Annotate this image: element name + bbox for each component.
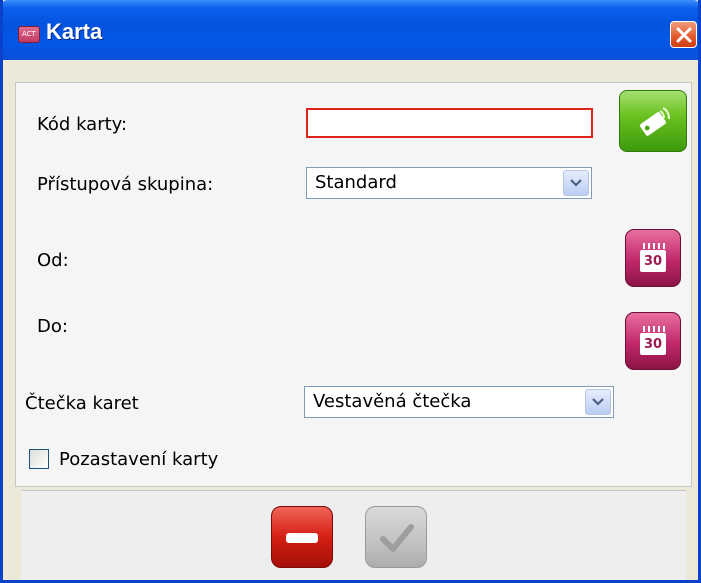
from-label: Od:: [37, 250, 69, 271]
chevron-down-icon: [570, 179, 582, 187]
card-code-input[interactable]: [306, 108, 593, 138]
read-card-button[interactable]: [619, 90, 687, 152]
access-group-label: Přístupová skupina:: [37, 174, 214, 195]
cancel-button[interactable]: [271, 506, 333, 568]
to-calendar-button[interactable]: 30: [625, 312, 681, 370]
suspend-label[interactable]: Pozastavení karty: [59, 449, 218, 470]
confirm-button[interactable]: [365, 506, 427, 568]
from-calendar-button[interactable]: 30: [625, 229, 681, 287]
close-icon: [676, 27, 692, 43]
suspend-checkbox[interactable]: [29, 449, 49, 469]
dialog-window: ACT Karta Kód karty: Přístupová skupina:…: [0, 0, 701, 583]
chevron-down-icon: [592, 398, 604, 406]
reader-value: Vestavěná čtečka: [313, 391, 472, 412]
reader-label: Čtečka karet: [25, 393, 139, 414]
app-icon-text: ACT: [22, 30, 36, 38]
calendar-icon: [643, 326, 665, 332]
title-bar[interactable]: ACT Karta: [3, 0, 698, 60]
minus-icon: [286, 533, 318, 543]
button-bar: [21, 490, 686, 580]
window-title: Karta: [46, 19, 103, 44]
form-panel: [15, 82, 692, 487]
access-group-select[interactable]: Standard: [306, 167, 592, 199]
close-button[interactable]: [670, 21, 697, 48]
calendar-icon: [643, 243, 665, 249]
to-label: Do:: [37, 316, 68, 337]
access-group-dropdown-button[interactable]: [563, 170, 589, 196]
card-tag-icon: [639, 107, 670, 136]
reader-select[interactable]: Vestavěná čtečka: [304, 386, 614, 418]
card-code-label: Kód karty:: [37, 114, 128, 135]
to-calendar-day: 30: [640, 333, 666, 355]
checkmark-icon: [380, 524, 414, 552]
access-group-value: Standard: [315, 172, 397, 193]
from-calendar-day: 30: [640, 250, 666, 272]
app-icon: ACT: [18, 26, 40, 43]
reader-dropdown-button[interactable]: [585, 389, 611, 415]
